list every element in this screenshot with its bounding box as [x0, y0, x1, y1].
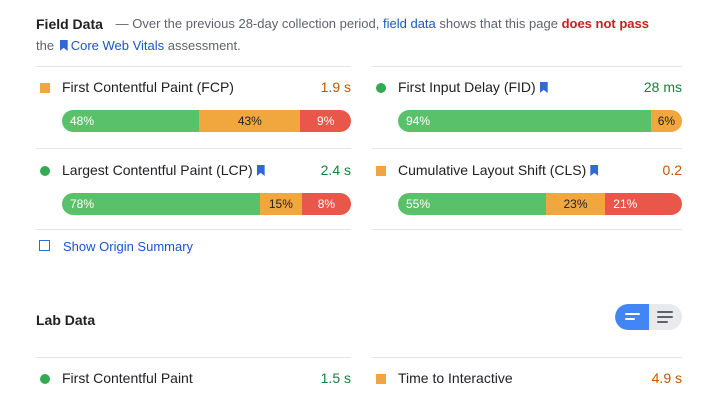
divider	[36, 66, 351, 67]
fcp-metric-value: 1.9 s	[320, 79, 351, 95]
good-circle-icon	[40, 166, 50, 176]
field-data-link[interactable]: field data	[383, 16, 436, 31]
lab-tti-name: Time to Interactive	[398, 370, 513, 386]
core-web-vitals-link[interactable]: Core Web Vitals	[71, 38, 164, 53]
cls-distribution-bar: 55% 23% 21%	[398, 193, 682, 215]
cls-ni-label: 23%	[563, 197, 588, 211]
detailed-view-icon[interactable]	[657, 311, 673, 326]
lcp-ni-label: 15%	[268, 197, 293, 211]
lcp-poor-label: 8%	[317, 197, 336, 211]
origin-summary-checkbox[interactable]	[39, 240, 50, 251]
compact-view-icon	[625, 313, 640, 323]
divider	[36, 148, 351, 149]
lcp-good-label: 78%	[70, 197, 95, 211]
lab-fcp-name: First Contentful Paint	[62, 370, 193, 386]
fcp-distribution-bar: 48% 43% 9%	[62, 110, 351, 132]
cls-name-text: Cumulative Layout Shift (CLS)	[398, 162, 587, 178]
fcp-metric-name: First Contentful Paint (FCP)	[62, 79, 234, 95]
desc-part2: shows that this page	[439, 16, 558, 31]
desc-dash: —	[115, 16, 129, 31]
view-toggle[interactable]	[615, 304, 682, 330]
cls-good-segment: 55%	[398, 193, 546, 215]
divider	[36, 229, 351, 230]
cls-metric-name: Cumulative Layout Shift (CLS)	[398, 162, 601, 178]
lcp-name-text: Largest Contentful Paint (LCP)	[62, 162, 253, 178]
does-not-pass-text: does not pass	[561, 16, 649, 31]
needs-improvement-square-icon	[376, 374, 386, 384]
lcp-poor-segment: 8%	[301, 193, 351, 215]
fid-metric-value: 28 ms	[643, 79, 682, 95]
lcp-ni-segment: 15%	[259, 193, 302, 215]
fcp-poor-segment: 9%	[300, 110, 351, 132]
needs-improvement-square-icon	[40, 83, 50, 93]
lab-data-title: Lab Data	[36, 312, 96, 328]
fid-metric-name: First Input Delay (FID)	[398, 79, 551, 95]
divider	[372, 66, 682, 67]
cls-poor-label: 21%	[613, 197, 638, 211]
lcp-good-segment: 78%	[62, 193, 260, 215]
cls-good-label: 55%	[406, 197, 431, 211]
origin-summary-label[interactable]: Show Origin Summary	[63, 239, 193, 254]
divider	[36, 357, 351, 358]
fid-good-segment: 94%	[398, 110, 651, 132]
bookmark-icon	[539, 82, 548, 93]
divider	[372, 148, 682, 149]
cls-ni-segment: 23%	[545, 193, 606, 215]
fid-good-label: 94%	[406, 114, 431, 128]
lcp-distribution-bar: 78% 15% 8%	[62, 193, 351, 215]
divider	[372, 229, 682, 230]
divider	[372, 357, 682, 358]
fid-name-text: First Input Delay (FID)	[398, 79, 536, 95]
lcp-metric-value: 2.4 s	[320, 162, 351, 178]
fcp-poor-label: 9%	[317, 114, 335, 128]
fid-distribution-bar: 94% 6%	[398, 110, 682, 132]
toggle-compact-view[interactable]	[615, 304, 649, 330]
bookmark-icon	[590, 165, 599, 176]
cls-metric-value: 0.2	[662, 162, 682, 178]
bookmark-icon	[59, 40, 68, 51]
fcp-ni-label: 43%	[237, 114, 262, 128]
fcp-ni-segment: 43%	[199, 110, 301, 132]
desc-part1: Over the previous 28-day collection peri…	[132, 16, 380, 31]
needs-improvement-square-icon	[376, 166, 386, 176]
good-circle-icon	[376, 83, 386, 93]
fid-ni-label: 6%	[657, 114, 676, 128]
fid-ni-segment: 6%	[650, 110, 682, 132]
desc-the: the	[36, 38, 55, 53]
field-data-description: — Over the previous 28-day collection pe…	[36, 13, 676, 57]
good-circle-icon	[40, 374, 50, 384]
fcp-good-segment: 48%	[62, 110, 200, 132]
desc-assessment: assessment.	[167, 38, 241, 53]
cls-poor-segment: 21%	[605, 193, 682, 215]
bookmark-icon	[256, 165, 265, 176]
lab-fcp-value: 1.5 s	[320, 370, 351, 386]
lcp-metric-name: Largest Contentful Paint (LCP)	[62, 162, 268, 178]
fcp-good-label: 48%	[70, 114, 95, 128]
lab-tti-value: 4.9 s	[651, 370, 682, 386]
